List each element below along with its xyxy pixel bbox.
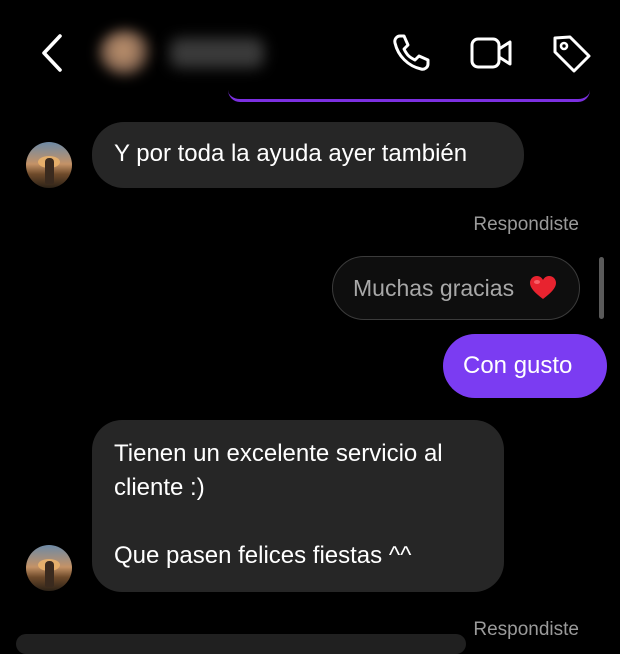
tag-icon [553, 35, 591, 73]
video-camera-icon [470, 37, 512, 69]
chevron-left-icon [42, 34, 62, 72]
message-line: Tienen un excelente servicio al [114, 440, 443, 467]
next-message-bubble [16, 634, 466, 654]
incoming-message-bubble[interactable]: Tienen un excelente servicio al cliente … [92, 420, 504, 592]
incoming-message-bubble[interactable]: Y por toda la ayuda ayer también [92, 122, 524, 188]
contact-name[interactable] [170, 38, 264, 68]
outgoing-message-bubble[interactable]: Con gusto [443, 334, 607, 398]
tag-button[interactable] [548, 30, 594, 76]
quoted-reply-text: Muchas gracias [353, 275, 515, 301]
back-button[interactable] [36, 30, 70, 76]
message-line: Que pasen felices fiestas ^^ [114, 542, 412, 569]
call-button[interactable] [388, 30, 434, 76]
chat-header [0, 0, 620, 102]
quoted-reply-bubble[interactable]: Muchas gracias [332, 256, 580, 320]
phone-icon [393, 34, 430, 71]
heart-emoji-icon [530, 276, 556, 299]
avatar[interactable] [26, 545, 72, 591]
avatar[interactable] [26, 142, 72, 188]
message-line: cliente :) [114, 474, 205, 501]
replied-label: Respondiste [473, 214, 579, 235]
scrollbar-thumb[interactable] [599, 257, 604, 319]
replied-label: Respondiste [473, 619, 579, 640]
video-call-button[interactable] [468, 30, 514, 76]
previous-message-bubble [228, 90, 590, 102]
contact-avatar[interactable] [98, 30, 154, 76]
